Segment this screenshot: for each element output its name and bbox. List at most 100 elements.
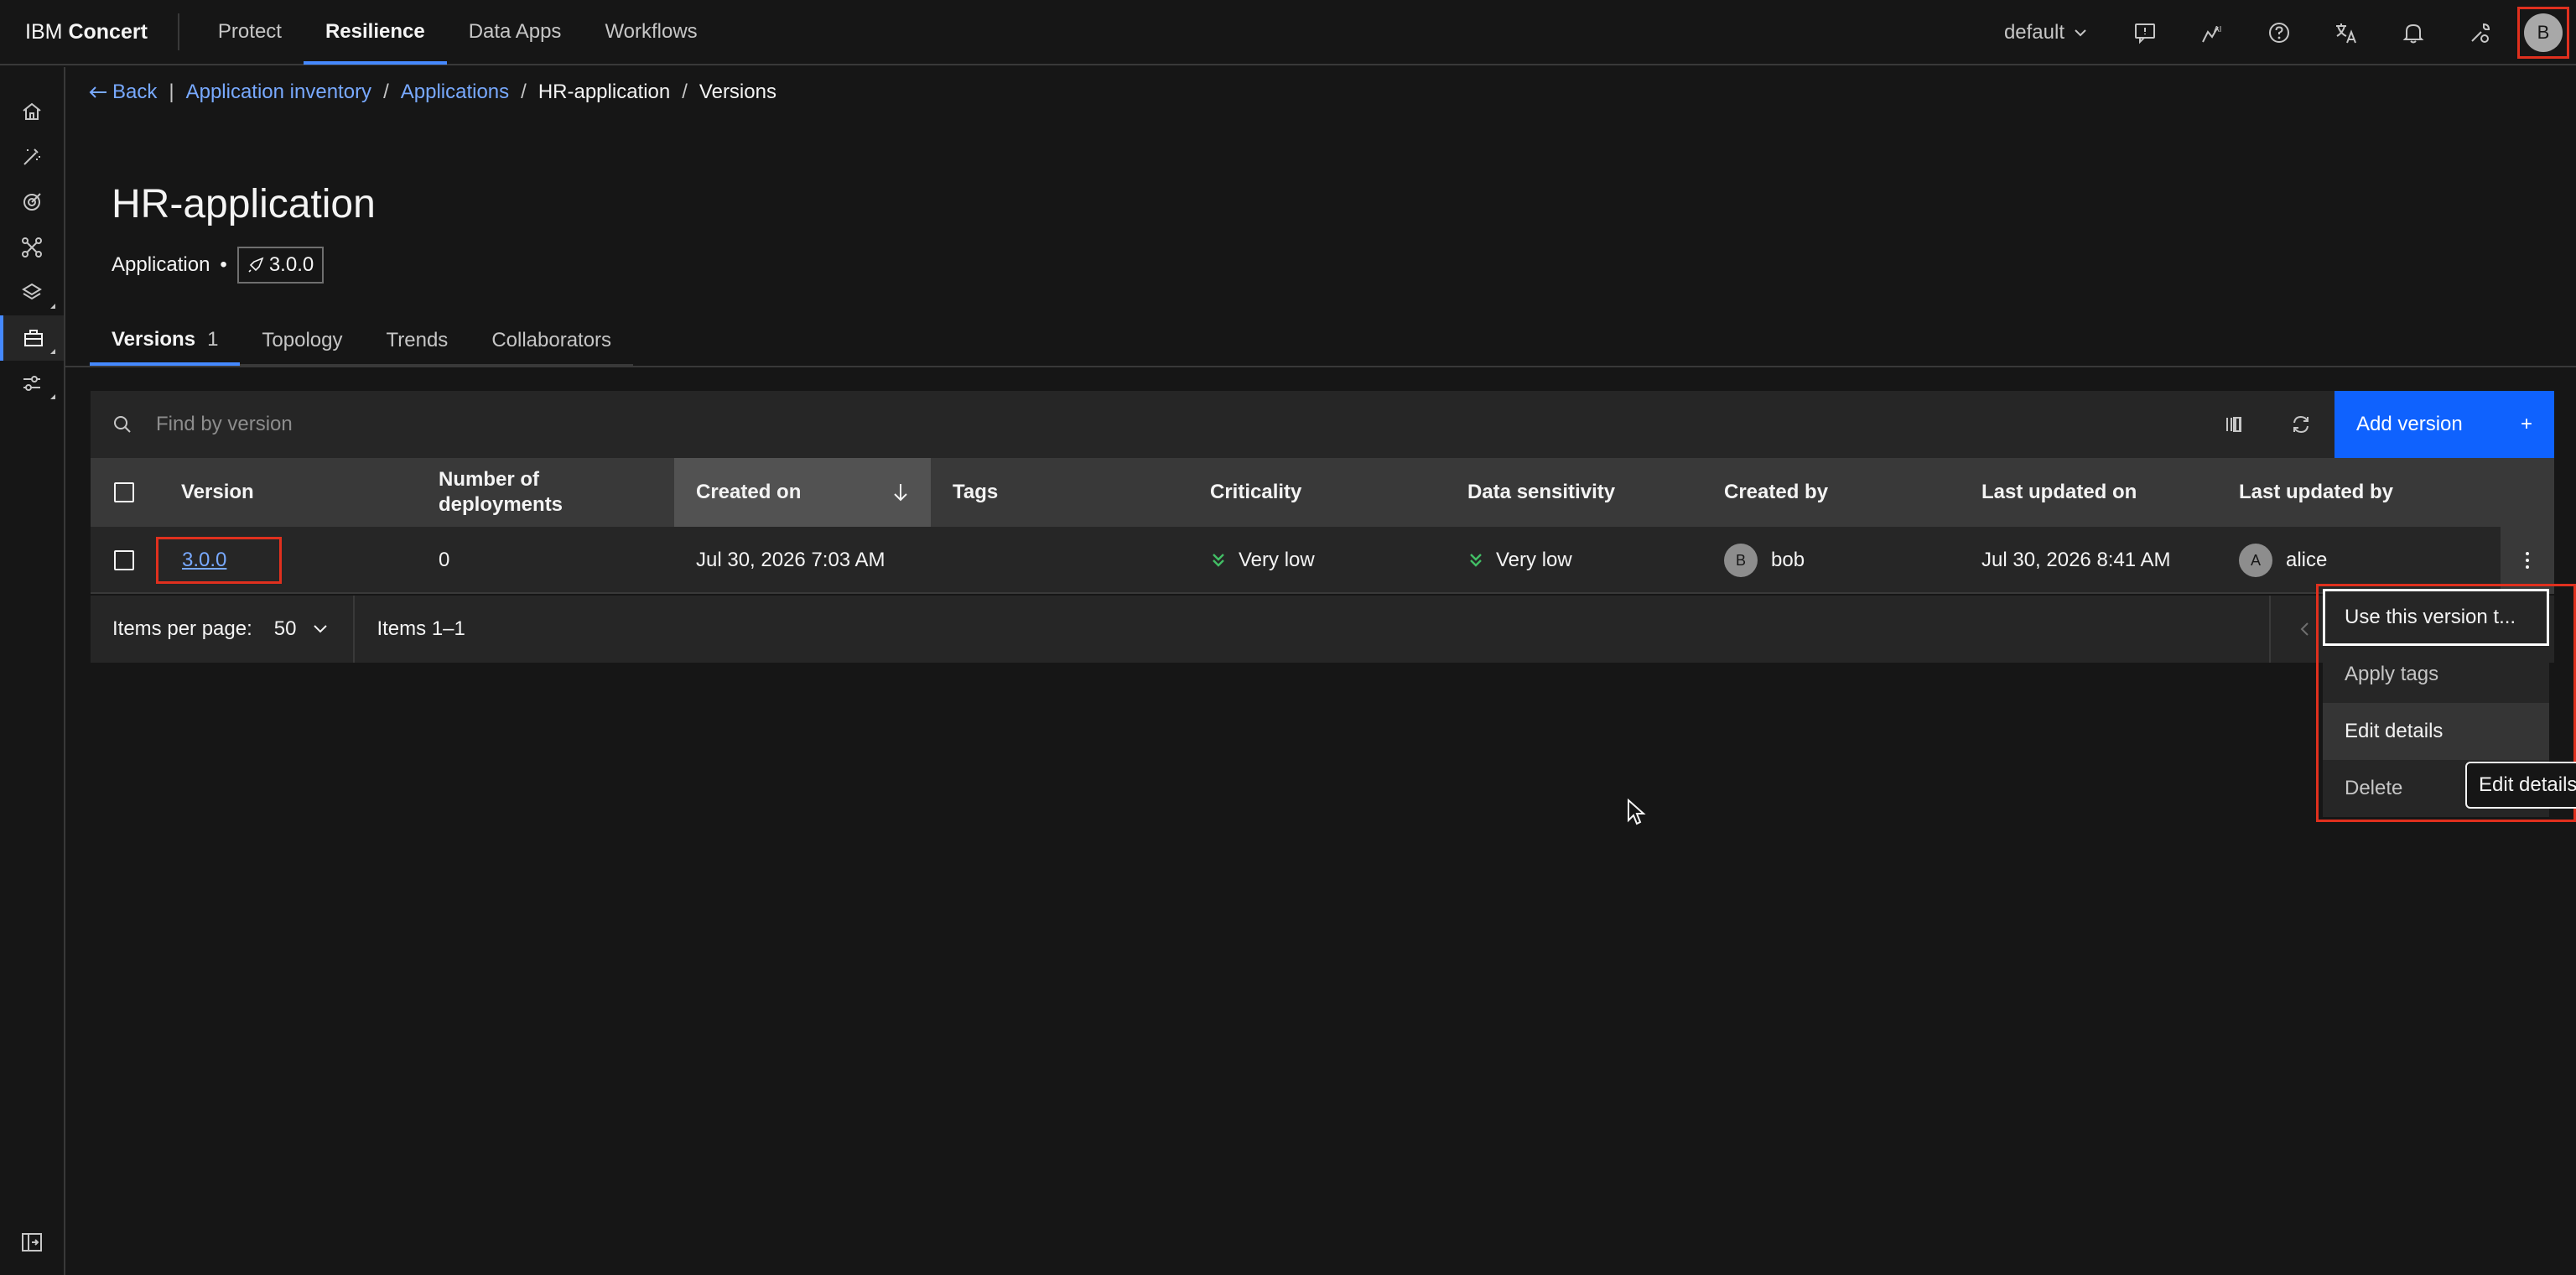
search-input[interactable]: [156, 413, 659, 436]
separator-dot: •: [220, 253, 227, 276]
select-all-checkbox[interactable]: [114, 482, 134, 502]
tab-versions-count: 1: [207, 328, 219, 351]
sliders-icon[interactable]: [0, 361, 64, 406]
table-toolbar: Add version +: [91, 391, 2554, 458]
target-icon[interactable]: [0, 180, 64, 225]
user-avatar-button[interactable]: B: [2517, 7, 2569, 59]
breadcrumb-separator: /: [682, 81, 688, 103]
last-updated-on-cell: Jul 30, 2026 8:41 AM: [1981, 549, 2171, 571]
top-header: IBM Concert Protect Resilience Data Apps…: [0, 0, 2576, 65]
ai-insights-icon[interactable]: AI: [2179, 0, 2246, 65]
network-icon[interactable]: [0, 225, 64, 270]
side-rail: [0, 67, 65, 1275]
back-label: Back: [112, 81, 158, 103]
table-row: 3.0.0 0 Jul 30, 2026 7:03 AM Very low Ve…: [91, 527, 2554, 594]
col-deployments-line2: deployments: [439, 493, 564, 516]
chevron-down-icon: [314, 625, 328, 633]
col-deployments-line1: Number of: [439, 468, 539, 491]
items-per-page-value: 50: [273, 617, 297, 640]
version-tag-label: 3.0.0: [268, 253, 314, 276]
arrow-left-icon: [89, 86, 106, 98]
created-by-value: bob: [1771, 549, 1805, 571]
main-nav: Protect Resilience Data Apps Workflows: [196, 0, 719, 65]
very-low-icon: [1213, 554, 1224, 567]
tab-topology[interactable]: Topology: [240, 317, 365, 366]
deployments-cell: 0: [439, 549, 450, 571]
version-link[interactable]: 3.0.0: [182, 549, 226, 572]
nav-protect[interactable]: Protect: [196, 0, 304, 65]
col-tags[interactable]: Tags: [953, 458, 998, 527]
breadcrumb-separator: /: [521, 81, 527, 103]
feedback-icon[interactable]: [2111, 0, 2179, 65]
avatar: B: [2524, 13, 2563, 52]
select-all-cell: [91, 458, 158, 527]
col-data-sensitivity[interactable]: Data sensitivity: [1467, 458, 1615, 527]
col-version[interactable]: Version: [181, 458, 254, 527]
refresh-icon[interactable]: [2267, 391, 2334, 458]
column-settings-icon[interactable]: [2200, 391, 2267, 458]
notification-icon[interactable]: [2380, 0, 2447, 65]
table-header: Version Number of deployments Created on…: [91, 458, 2554, 527]
col-deployments[interactable]: Number of deployments: [439, 458, 648, 527]
menu-item-apply-tags[interactable]: Apply tags: [2323, 646, 2549, 703]
breadcrumb: Back | Application inventory / Applicati…: [89, 81, 776, 104]
items-range: Items 1–1: [377, 617, 465, 640]
page-title: HR-application: [112, 182, 376, 226]
settings-tools-icon[interactable]: [2447, 0, 2514, 65]
mouse-cursor-icon: [1628, 799, 1646, 825]
add-version-label: Add version: [2356, 413, 2463, 435]
overflow-menu-icon: [2526, 552, 2529, 569]
translate-icon[interactable]: [2313, 0, 2380, 65]
version-highlight: 3.0.0: [156, 537, 282, 584]
expand-panel-icon[interactable]: [0, 1220, 64, 1265]
breadcrumb-application-inventory[interactable]: Application inventory: [186, 81, 371, 104]
last-updated-by-cell: A alice: [2239, 527, 2327, 594]
col-created-on-label: Created on: [696, 481, 802, 503]
tenant-selector[interactable]: default: [2004, 21, 2086, 44]
col-criticality[interactable]: Criticality: [1210, 458, 1301, 527]
expand-corner-icon: [50, 349, 55, 354]
tooltip: Edit details: [2465, 762, 2576, 809]
nav-resilience[interactable]: Resilience: [303, 0, 447, 65]
wand-icon[interactable]: [0, 134, 64, 180]
brand-logo[interactable]: IBM Concert: [0, 13, 179, 50]
plus-icon: +: [2520, 413, 2532, 435]
items-per-page-label: Items per page:: [112, 617, 252, 640]
items-per-page-select[interactable]: 50: [274, 617, 329, 641]
resource-type: Application: [112, 253, 210, 276]
page-subtitle: Application • 3.0.0: [112, 247, 325, 284]
rocket-icon: [248, 257, 264, 273]
nav-data-apps[interactable]: Data Apps: [447, 0, 584, 65]
version-tag: 3.0.0: [236, 247, 325, 284]
tab-versions[interactable]: Versions 1: [90, 317, 241, 366]
menu-item-edit-details[interactable]: Edit details: [2323, 703, 2549, 760]
search-container: [91, 391, 2200, 458]
back-link[interactable]: Back: [89, 81, 157, 104]
col-last-updated-by[interactable]: Last updated by: [2239, 458, 2393, 527]
add-version-button[interactable]: Add version +: [2334, 391, 2554, 458]
brand-name: Concert: [68, 19, 148, 44]
created-on-cell: Jul 30, 2026 7:03 AM: [696, 549, 886, 571]
row-checkbox[interactable]: [114, 550, 134, 570]
search-icon: [114, 416, 131, 433]
tab-versions-label: Versions: [112, 328, 196, 351]
version-cell: 3.0.0: [156, 527, 282, 594]
header-actions: default AI B: [2004, 0, 2576, 65]
col-last-updated-on[interactable]: Last updated on: [1981, 458, 2137, 527]
applications-icon[interactable]: [0, 315, 64, 361]
tenant-label: default: [2003, 21, 2064, 44]
tab-collaborators[interactable]: Collaborators: [470, 317, 634, 366]
chevron-left-icon: [2300, 622, 2309, 636]
breadcrumb-divider: |: [169, 81, 174, 103]
nav-workflows[interactable]: Workflows: [583, 0, 719, 65]
home-icon[interactable]: [0, 89, 64, 134]
help-icon[interactable]: [2246, 0, 2313, 65]
col-created-by[interactable]: Created by: [1724, 458, 1828, 527]
data-sensitivity-cell: Very low: [1467, 527, 1572, 594]
col-created-on[interactable]: Created on: [674, 458, 931, 527]
tab-trends[interactable]: Trends: [364, 317, 470, 366]
layers-icon[interactable]: [0, 270, 64, 315]
breadcrumb-applications[interactable]: Applications: [401, 81, 509, 104]
chevron-down-icon: [2075, 29, 2086, 37]
menu-item-use-version[interactable]: Use this version t...: [2323, 589, 2549, 646]
